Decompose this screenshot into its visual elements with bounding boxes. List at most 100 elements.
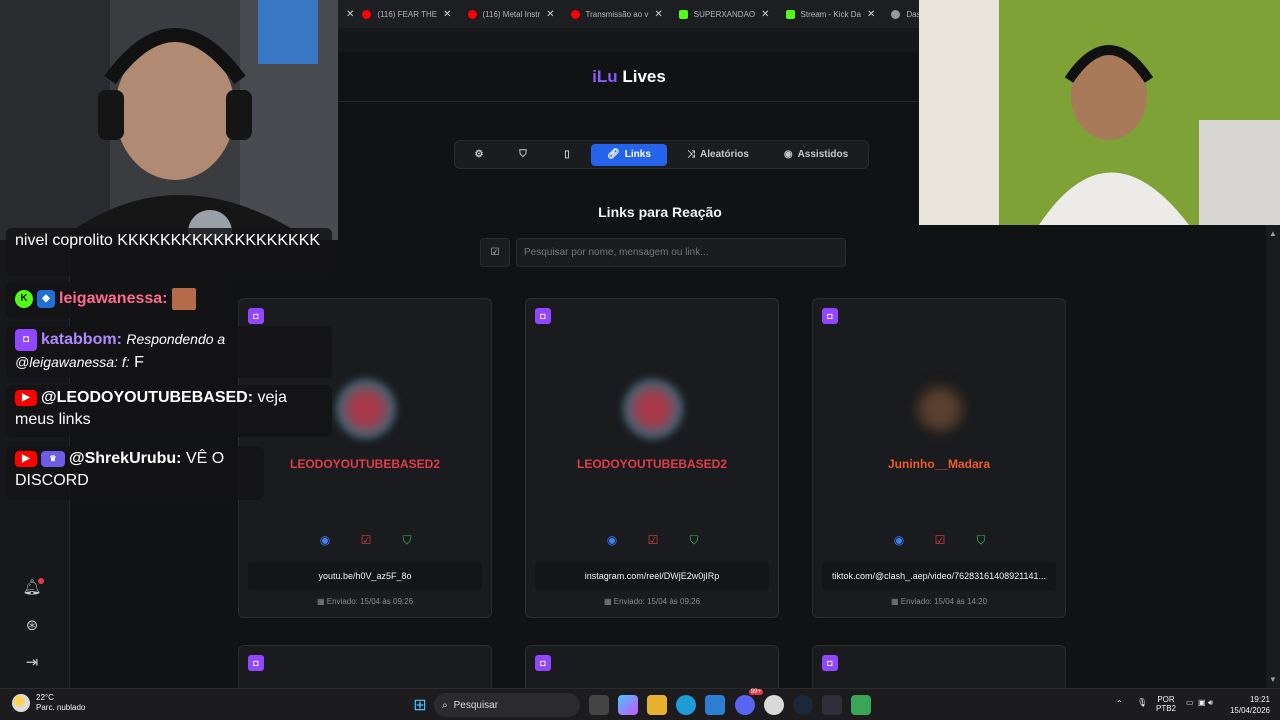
clock[interactable]: 19:21 15/04/2026	[1224, 694, 1270, 716]
browser-tab[interactable]: (116) FEAR THE ✕	[354, 0, 459, 28]
tab-moderation[interactable]: ⛉	[503, 144, 543, 166]
close-icon[interactable]: ✕	[338, 9, 354, 20]
bell-icon[interactable]: 🔔︎	[22, 578, 44, 598]
avatar	[336, 379, 396, 439]
calendar-icon: ▦	[890, 597, 901, 606]
card-actions: ◉ ☑ ⛉	[316, 531, 416, 549]
brand-logo[interactable]: iLu Lives	[592, 67, 666, 87]
chat-message: K ◆ leigawanessa:	[6, 282, 228, 318]
chat-message: nivel coprolito KKKKKKKKKKKKKKKKKKK	[6, 228, 332, 276]
chevron-down-icon[interactable]: ▼	[1269, 675, 1277, 684]
close-icon[interactable]: ✕	[867, 9, 875, 20]
browser-tab[interactable]: Dashboard - L	[883, 0, 920, 28]
discord-icon[interactable]: 99+	[735, 689, 763, 715]
volume-icon[interactable]: 🔊︎	[1208, 698, 1213, 707]
browser-tab[interactable]: Transmissão ao v ✕	[563, 0, 671, 28]
copilot-icon[interactable]	[618, 695, 638, 715]
youtube-icon	[362, 9, 372, 19]
windows-start-icon[interactable]: ⊞	[410, 695, 430, 715]
card-username: Juninho__Madara	[887, 457, 991, 471]
link-card[interactable]: ◘	[238, 645, 492, 689]
card-date: ▦ Enviado: 15/04 às 09:26	[603, 597, 701, 606]
folder-icon[interactable]	[647, 695, 667, 715]
tab-links[interactable]: 🔗︎ Links	[591, 143, 667, 166]
emote-icon	[171, 288, 196, 310]
card-actions: ◉ ☑ ⛉	[890, 531, 990, 549]
card-username: LEODOYOUTUBEBASED2	[289, 457, 441, 471]
app-icon[interactable]	[851, 695, 871, 715]
card-date: ▦ Enviado: 15/04 às 14:20	[890, 597, 988, 606]
calendar-icon: ▦	[316, 597, 327, 606]
shield-icon[interactable]: ⛉	[398, 531, 416, 549]
twitch-icon: ◘	[822, 308, 838, 324]
youtube-icon	[570, 9, 580, 19]
check-square-icon[interactable]: ☑	[931, 531, 949, 549]
tab-random[interactable]: ⤨ Aleatórios	[671, 144, 765, 166]
eye-icon[interactable]: ◉	[890, 531, 908, 549]
twitch-icon: ◘	[822, 655, 838, 671]
weather-widget[interactable]: 22°C Parc. nublado	[12, 693, 85, 713]
photos-icon[interactable]	[705, 695, 725, 715]
eye-icon[interactable]: ◉	[316, 531, 334, 549]
card-username: LEODOYOUTUBEBASED2	[576, 457, 728, 471]
notification-dot	[38, 578, 44, 584]
support-icon[interactable]: ⊛	[22, 616, 42, 636]
link-card[interactable]: ◘	[812, 645, 1066, 689]
link-card[interactable]: ◘	[525, 645, 779, 689]
webcam-streamer	[0, 0, 338, 240]
link-card[interactable]: ◘ Juninho__Madara ◉ ☑ ⛉ tiktok.com/@clas…	[812, 298, 1066, 618]
tab-settings[interactable]: ⚙	[459, 144, 499, 166]
close-icon[interactable]: ✕	[546, 9, 554, 20]
close-icon[interactable]: ✕	[761, 9, 769, 20]
card-link[interactable]: tiktok.com/@clash_.aep/video/76283161408…	[822, 562, 1056, 590]
globe-icon	[891, 9, 901, 19]
search-input[interactable]	[516, 238, 846, 267]
language-indicator[interactable]: POR PTB2	[1156, 695, 1176, 713]
obs-icon[interactable]	[822, 695, 842, 715]
check-square-icon[interactable]: ☑	[644, 531, 662, 549]
scrollbar[interactable]: ▲ ▼	[1266, 225, 1280, 688]
search-icon: ⌕	[442, 699, 448, 711]
browser-tab-strip: ✕ (116) FEAR THE ✕ (116) Metal Instr ✕ Tra…	[338, 0, 920, 28]
twitch-icon: ◘	[535, 308, 551, 324]
twitch-icon: ◘	[248, 655, 264, 671]
check-square-icon: ☑	[490, 247, 500, 258]
card-link[interactable]: youtu.be/h0V_az5F_8o	[248, 562, 482, 590]
edge-icon[interactable]	[676, 695, 696, 715]
check-square-icon[interactable]: ☑	[357, 531, 375, 549]
tab-watched[interactable]: ◉ Assistidos	[769, 144, 863, 166]
avatar	[910, 379, 970, 439]
shield-icon[interactable]: ⛉	[685, 531, 703, 549]
card-date: ▦ Enviado: 15/04 às 09:26	[316, 597, 414, 606]
chevron-up-icon[interactable]: ⌃	[1116, 699, 1123, 708]
network-icon[interactable]: ▣	[1198, 698, 1206, 707]
logout-icon[interactable]: ⇥	[22, 653, 42, 673]
link-card[interactable]: ◘ LEODOYOUTUBEBASED2 ◉ ☑ ⛉ instagram.com…	[525, 298, 779, 618]
webcam-guest	[919, 0, 1280, 225]
chevron-up-icon[interactable]: ▲	[1269, 229, 1277, 238]
eye-icon[interactable]: ◉	[603, 531, 621, 549]
twitch-icon: ◘	[248, 308, 264, 324]
taskbar-search[interactable]: ⌕ Pesquisar	[434, 693, 580, 717]
shield-icon[interactable]: ⛉	[972, 531, 990, 549]
steam-icon[interactable]	[793, 695, 813, 715]
card-link[interactable]: instagram.com/reel/DWjE2w0jIRp	[535, 562, 769, 590]
kick-icon	[678, 9, 688, 19]
microphone-icon[interactable]: 🎙︎	[1137, 698, 1147, 707]
display-icon[interactable]: ▭	[1186, 698, 1194, 707]
browser-tab[interactable]: SUPERXANDAO ✕	[671, 0, 778, 28]
tab-device[interactable]: ▯	[547, 144, 587, 166]
task-view-icon[interactable]	[589, 695, 609, 715]
screen: ✕ (116) FEAR THE ✕ (116) Metal Instr ✕ Tra…	[0, 0, 1280, 720]
card-actions: ◉ ☑ ⛉	[603, 531, 703, 549]
close-icon[interactable]: ✕	[654, 9, 662, 20]
browser-tab[interactable]: (116) Metal Instr ✕	[460, 0, 563, 28]
filter-checkbox[interactable]: ☑	[480, 238, 510, 267]
crown-badge-icon: ♛	[41, 450, 65, 467]
close-icon[interactable]: ✕	[443, 9, 451, 20]
webcam-image	[0, 0, 338, 240]
chrome-icon[interactable]	[764, 695, 784, 715]
browser-tab[interactable]: Stream - Kick Da ✕	[778, 0, 884, 28]
taskbar: 22°C Parc. nublado ⊞ ⌕ Pesquisar 99+ ⌃ 🎙…	[0, 688, 1280, 720]
nav-tabs: ⚙ ⛉ ▯ 🔗︎ Links ⤨ Aleatórios ◉ Assistidos	[454, 140, 869, 169]
